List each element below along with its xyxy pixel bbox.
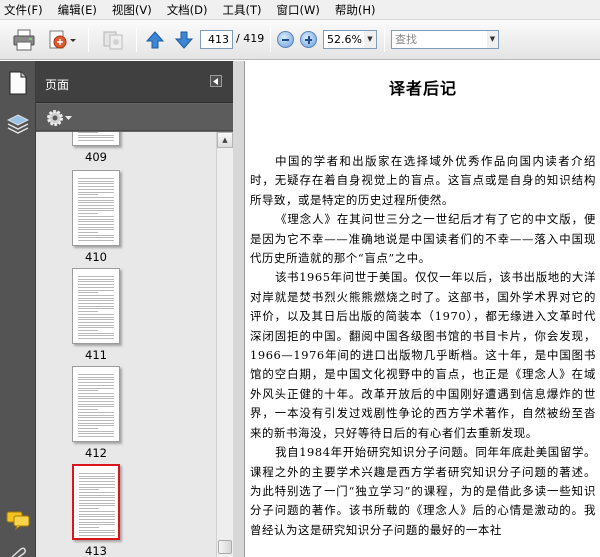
page-thumbnail[interactable] [72,268,120,344]
comments-nav-button[interactable] [6,510,30,533]
document-create-icon [49,30,76,49]
arrow-up-icon [145,31,165,49]
document-body: 中国的学者和出版家在选择域外优秀作品向国内读者介绍时，无疑存在着自身视觉上的盲点… [250,152,596,540]
zoom-level-select[interactable]: 52.6% ▼ [323,30,377,49]
scroll-up-button[interactable]: ▲ [217,132,233,148]
printer-icon [13,29,35,51]
pages-panel-title: 页面 [45,78,70,92]
panel-collapse-button[interactable] [210,75,222,87]
page-thumbnail-label: 409 [85,150,107,164]
menu-help[interactable]: 帮助(H) [335,2,376,18]
document-paragraph: 中国的学者和出版家在选择域外优秀作品向国内读者介绍时，无疑存在着自身视觉上的盲点… [250,154,596,207]
page-thumbnail-label: 412 [85,446,107,460]
document-paragraph: 该书1965年问世于美国。仅仅一年以后，该书出版地的大洋对岸就是焚书烈火熊熊燃烧… [250,270,596,440]
create-pdf-button[interactable] [44,27,78,53]
navigation-strip [0,61,36,557]
page-thumbnail-label: 413 [85,544,107,557]
pages-icon [9,71,27,95]
search-placeholder: 查找 [395,33,417,46]
toolbar: 413 / 419 52.6% ▼ 查找 ▼ [0,20,600,60]
page-thumbnail[interactable] [72,132,120,146]
layers-nav-button[interactable] [6,113,30,138]
arrow-down-icon [174,31,194,49]
menu-bar: 文件(F) 编辑(E) 视图(V) 文档(D) 工具(T) 窗口(W) 帮助(H) [0,0,600,20]
scroll-thumb[interactable] [218,540,232,554]
paperclip-icon [11,547,26,557]
chevron-down-icon[interactable]: ▼ [487,31,498,48]
next-page-button[interactable] [172,27,196,53]
menu-file[interactable]: 文件(F) [4,2,43,18]
menu-tools[interactable]: 工具(T) [223,2,262,18]
page-thumbnail[interactable] [72,366,120,442]
page-thumbnail[interactable] [72,170,120,246]
options-menu-button[interactable] [46,109,72,127]
document-paragraph: 我自1984年开始研究知识分子问题。同年年底赴美国留学。课程之外的主要学术兴趣是… [250,445,596,537]
triangle-left-icon [213,77,218,85]
page-thumbnail-label: 410 [85,250,107,264]
collaborate-icon [103,31,123,50]
pages-panel: 页面 409 410 411 412 413 ▲ [36,61,233,557]
document-paragraph: 《理念人》在其问世三分之一世纪后才有了它的中文版，便是因为它不幸——准确地说是中… [250,212,596,266]
zoom-out-button[interactable] [277,31,294,48]
menu-view[interactable]: 视图(V) [112,2,152,18]
layers-icon [6,114,30,134]
panel-splitter[interactable] [233,61,245,557]
document-view[interactable]: 译者后记 中国的学者和出版家在选择域外优秀作品向国内读者介绍时，无疑存在着自身视… [246,61,600,557]
thumbnail-scrollbar[interactable]: ▲ [216,132,233,557]
collaborate-button[interactable] [98,27,128,53]
zoom-in-button[interactable] [300,31,317,48]
document-title: 译者后记 [388,79,457,98]
chevron-down-icon [65,115,72,120]
thumbnail-list: 409 410 411 412 413 [36,132,216,557]
page-number-input[interactable]: 413 [200,30,233,49]
menu-document[interactable]: 文档(D) [167,2,208,18]
page-thumbnail[interactable] [72,464,120,540]
pages-panel-header: 页面 [36,61,233,103]
chevron-down-icon[interactable]: ▼ [364,31,376,48]
page-thumbnail-label: 411 [85,348,107,362]
gear-icon [47,110,63,126]
zoom-level-value: 52.6% [327,33,362,46]
previous-page-button[interactable] [143,27,167,53]
print-button[interactable] [10,27,38,53]
page-total-label: / 419 [236,32,265,45]
pages-nav-button[interactable] [8,71,28,98]
comment-icon [6,511,30,531]
menu-window[interactable]: 窗口(W) [277,2,320,18]
pages-panel-toolbar [36,104,233,131]
attachments-nav-button[interactable] [9,547,27,557]
search-input[interactable]: 查找 ▼ [391,30,499,49]
menu-edit[interactable]: 编辑(E) [58,2,97,18]
